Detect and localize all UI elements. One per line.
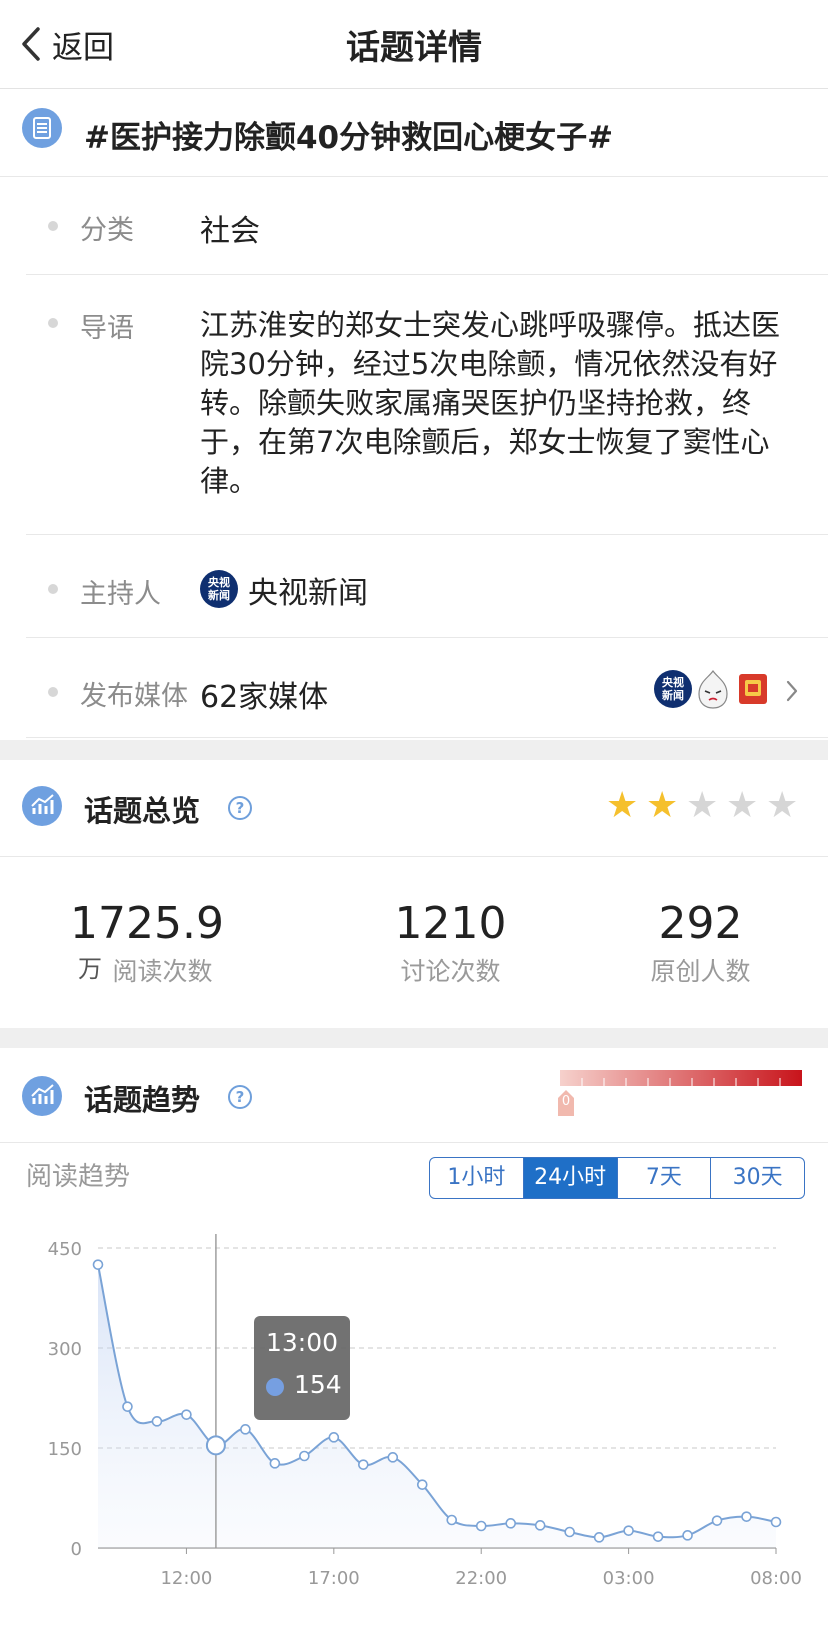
chart-icon bbox=[22, 786, 62, 826]
divider bbox=[26, 637, 828, 638]
bullet-dot bbox=[48, 584, 58, 594]
tab-1h[interactable]: 1小时 bbox=[430, 1158, 524, 1198]
trend-title: 话题趋势 bbox=[84, 1083, 201, 1117]
data-point bbox=[122, 1401, 133, 1412]
data-point bbox=[534, 1520, 546, 1531]
chart-tooltip: 13:00 154 bbox=[254, 1316, 350, 1420]
divider bbox=[26, 274, 828, 275]
logo-text: 新闻 bbox=[662, 689, 684, 702]
section-gap bbox=[0, 740, 828, 760]
nav-bar: 返回 话题详情 bbox=[0, 0, 828, 89]
x-tick-label: 12:00 bbox=[160, 1568, 212, 1589]
y-tick-label: 450 bbox=[48, 1239, 82, 1260]
stat-value: 1210 bbox=[394, 898, 507, 949]
data-point bbox=[358, 1459, 369, 1470]
data-point bbox=[416, 1479, 428, 1490]
intro-text: 江苏淮安的郑女士突发心跳呼吸骤停。抵达医院30分钟，经过5次电除颤，情况依然没有… bbox=[200, 308, 781, 498]
host-label: 主持人 bbox=[80, 579, 161, 610]
data-point bbox=[505, 1518, 516, 1529]
divider bbox=[0, 856, 828, 857]
x-tick-label: 17:00 bbox=[308, 1568, 360, 1589]
read-trend-label: 阅读趋势 bbox=[26, 1162, 131, 1192]
data-point bbox=[741, 1511, 752, 1522]
star-empty-icon: ★ bbox=[726, 785, 759, 826]
data-point bbox=[770, 1516, 782, 1528]
tooltip-value: 154 bbox=[294, 1370, 342, 1399]
logo-text: 新闻 bbox=[208, 589, 230, 602]
tooltip-time: 13:00 bbox=[266, 1328, 339, 1357]
stat-label: 讨论次数 bbox=[400, 957, 501, 986]
x-tick-label: 08:00 bbox=[750, 1568, 802, 1589]
series-dot-icon bbox=[266, 1378, 284, 1396]
data-point bbox=[593, 1532, 605, 1543]
topic-title: #医护接力除颤40分钟救回心梗女子# bbox=[84, 120, 614, 156]
time-range-tabs: 1小时 24小时 7天 30天 bbox=[429, 1157, 805, 1199]
data-point bbox=[299, 1450, 310, 1462]
x-tick-label: 22:00 bbox=[455, 1568, 507, 1589]
host-name[interactable]: 央视新闻 bbox=[248, 568, 368, 612]
series-area bbox=[98, 1264, 776, 1548]
data-point bbox=[475, 1520, 487, 1532]
rating-stars: ★ ★ ★ ★ ★ bbox=[606, 788, 806, 828]
data-point bbox=[181, 1409, 192, 1420]
help-icon[interactable]: ? bbox=[228, 796, 252, 820]
y-tick-label: 150 bbox=[48, 1439, 82, 1460]
data-point bbox=[623, 1525, 634, 1536]
bullet-dot bbox=[48, 687, 58, 697]
star-filled-icon: ★ bbox=[606, 785, 639, 826]
stat-label: 原创人数 bbox=[650, 957, 751, 986]
data-point bbox=[446, 1514, 458, 1526]
page-title: 话题详情 bbox=[346, 28, 482, 68]
data-point bbox=[652, 1531, 664, 1542]
cctv-logo[interactable]: 央视 新闻 bbox=[200, 570, 238, 608]
data-point bbox=[682, 1530, 693, 1541]
data-point bbox=[564, 1526, 575, 1538]
media-label: 发布媒体 bbox=[80, 681, 188, 712]
data-point bbox=[92, 1259, 104, 1270]
overview-title: 话题总览 bbox=[84, 794, 201, 828]
stat-value: 292 bbox=[658, 898, 743, 949]
heat-scale-bar bbox=[558, 1070, 802, 1116]
tab-30d[interactable]: 30天 bbox=[711, 1158, 804, 1198]
y-tick-label: 0 bbox=[71, 1539, 82, 1560]
tab-24h[interactable]: 24小时 bbox=[523, 1158, 618, 1198]
data-point bbox=[387, 1452, 399, 1463]
data-point bbox=[269, 1458, 281, 1469]
media-avatar-cartoon[interactable] bbox=[694, 668, 732, 710]
data-point bbox=[240, 1424, 251, 1435]
star-filled-icon: ★ bbox=[646, 785, 679, 826]
divider bbox=[26, 534, 828, 535]
intro-label: 导语 bbox=[80, 313, 134, 344]
topic-header: #医护接力除颤40分钟救回心梗女子# bbox=[0, 88, 828, 177]
tab-7d[interactable]: 7天 bbox=[618, 1158, 712, 1198]
bullet-dot bbox=[48, 318, 58, 328]
media-avatar-red[interactable] bbox=[736, 670, 770, 708]
stat-value: 1725.9 bbox=[70, 898, 224, 949]
logo-text: 央视 bbox=[662, 676, 684, 689]
read-trend-chart: 0 150 300 450 12:00 17:00 22:00 03:00 08:00 bbox=[48, 1234, 802, 1589]
x-tick-label: 03:00 bbox=[603, 1568, 655, 1589]
heat-marker-value: 0 bbox=[561, 1094, 571, 1109]
document-icon bbox=[22, 108, 62, 148]
media-value[interactable]: 62家媒体 bbox=[200, 672, 328, 716]
data-point-highlighted bbox=[205, 1435, 226, 1456]
chart-icon bbox=[22, 1076, 62, 1116]
help-icon[interactable]: ? bbox=[228, 1085, 252, 1109]
data-point bbox=[328, 1432, 340, 1443]
divider bbox=[26, 737, 828, 738]
data-point bbox=[711, 1515, 723, 1526]
section-gap bbox=[0, 1028, 828, 1048]
media-avatar-cctv[interactable]: 央视 新闻 bbox=[654, 670, 692, 708]
category-label: 分类 bbox=[80, 215, 134, 246]
y-tick-label: 300 bbox=[48, 1339, 82, 1360]
data-point bbox=[151, 1416, 163, 1427]
bullet-dot bbox=[48, 221, 58, 231]
logo-text: 央视 bbox=[208, 576, 230, 589]
star-empty-icon: ★ bbox=[686, 785, 719, 826]
chevron-right-icon[interactable] bbox=[785, 679, 799, 703]
star-empty-icon: ★ bbox=[766, 785, 799, 826]
stat-label: 阅读次数 bbox=[112, 957, 213, 986]
category-value: 社会 bbox=[200, 214, 260, 249]
divider bbox=[0, 1142, 828, 1143]
